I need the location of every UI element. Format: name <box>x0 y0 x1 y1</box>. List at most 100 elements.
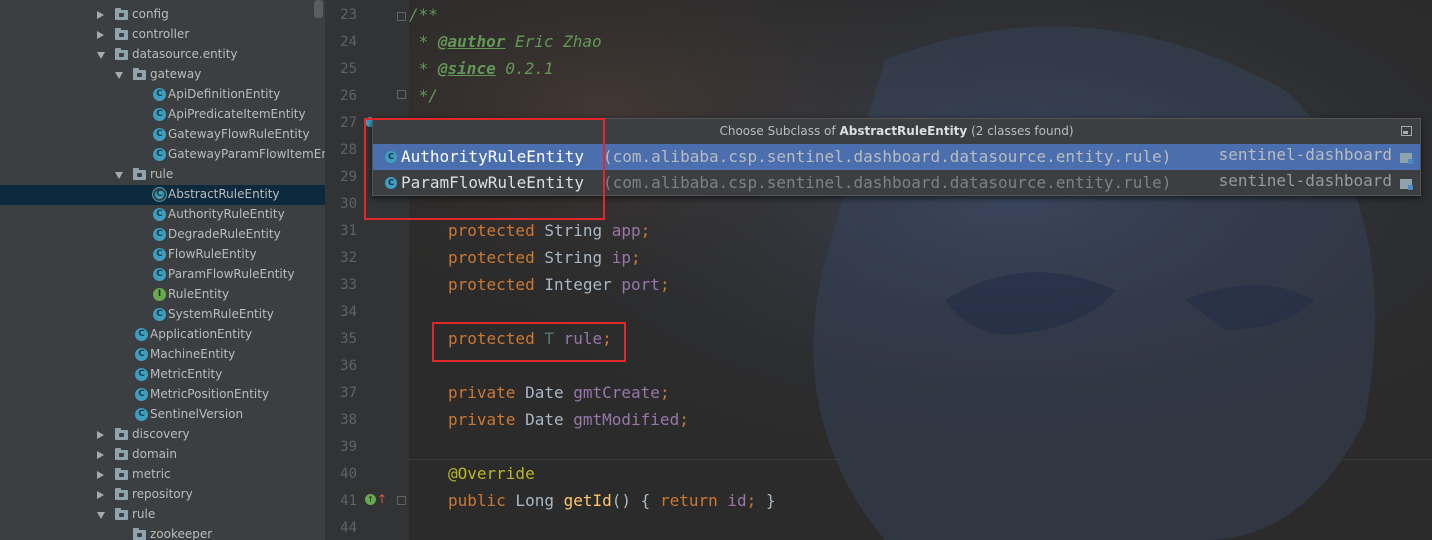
tree-item-gatewayparamflowitement[interactable]: C GatewayParamFlowItemEnt <box>0 145 325 165</box>
tree-item-apipredicateitementity[interactable]: C ApiPredicateItemEntity <box>0 105 325 125</box>
tree-item-rule[interactable]: rule <box>0 505 325 525</box>
package-folder-icon <box>115 428 128 440</box>
tree-item-repository[interactable]: repository <box>0 485 325 505</box>
interface-icon: I <box>153 288 166 301</box>
chevron-right-icon[interactable] <box>97 471 104 479</box>
highlight-box-subclasses <box>364 118 605 220</box>
line-number: 24 <box>340 34 357 50</box>
line-number: 32 <box>340 250 357 266</box>
tree-item-label: domain <box>132 447 177 461</box>
code-line-26: */ <box>409 86 438 105</box>
chevron-right-icon[interactable] <box>97 431 104 439</box>
code-line-37: private Date gmtCreate; <box>448 383 670 402</box>
tree-item-label: FlowRuleEntity <box>168 247 257 261</box>
tree-item-label: rule <box>132 507 156 521</box>
tree-item-label: ApiDefinitionEntity <box>168 87 281 101</box>
package-folder-icon <box>133 168 146 180</box>
tree-item-label: SentinelVersion <box>150 407 244 421</box>
line-number: 36 <box>340 358 357 374</box>
tree-item-label: DegradeRuleEntity <box>168 227 281 241</box>
class-icon: C <box>135 368 148 381</box>
tree-item-metricpositionentity[interactable]: C MetricPositionEntity <box>0 385 325 405</box>
line-number: 28 <box>340 142 357 158</box>
chevron-right-icon[interactable] <box>97 451 104 459</box>
class-icon: C <box>153 148 166 161</box>
class-icon: C <box>153 128 166 141</box>
tree-item-label: ApiPredicateItemEntity <box>168 107 306 121</box>
tree-item-label: config <box>132 7 169 21</box>
code-line-33: protected Integer port; <box>448 275 670 294</box>
tree-item-label: datasource.entity <box>132 47 238 61</box>
package-folder-icon <box>115 28 128 40</box>
chevron-right-icon[interactable] <box>97 31 104 39</box>
tree-item-zookeeper[interactable]: zookeeper <box>0 525 325 540</box>
tree-item-machineentity[interactable]: C MachineEntity <box>0 345 325 365</box>
tree-item-gatewayflowruleentity[interactable]: C GatewayFlowRuleEntity <box>0 125 325 145</box>
tree-item-paramflowruleentity[interactable]: C ParamFlowRuleEntity <box>0 265 325 285</box>
class-icon: C <box>153 108 166 121</box>
line-number: 35 <box>340 331 357 347</box>
class-icon: C <box>153 208 166 221</box>
tree-item-ruleentity[interactable]: I RuleEntity <box>0 285 325 305</box>
tree-item-domain[interactable]: domain <box>0 445 325 465</box>
chevron-right-icon[interactable] <box>97 491 104 499</box>
popup-row-package: (com.alibaba.csp.sentinel.dashboard.data… <box>603 147 1172 166</box>
chevron-right-icon[interactable] <box>97 11 104 19</box>
tree-item-abstractruleentity[interactable]: C AbstractRuleEntity <box>0 185 325 205</box>
tree-item-datasource-entity[interactable]: datasource.entity <box>0 45 325 65</box>
tree-item-apidefinitionentity[interactable]: C ApiDefinitionEntity <box>0 85 325 105</box>
tree-item-label: gateway <box>150 67 202 81</box>
line-number: 30 <box>340 196 357 212</box>
tree-item-sentinelversion[interactable]: C SentinelVersion <box>0 405 325 425</box>
class-icon: C <box>153 248 166 261</box>
class-icon: C <box>153 88 166 101</box>
package-folder-icon <box>115 48 128 60</box>
tree-item-label: controller <box>132 27 190 41</box>
tree-item-label: MachineEntity <box>150 347 236 361</box>
tree-item-label: AbstractRuleEntity <box>168 187 280 201</box>
pin-window-icon[interactable] <box>1401 126 1412 136</box>
code-line-38: private Date gmtModified; <box>448 410 689 429</box>
tree-item-metric[interactable]: metric <box>0 465 325 485</box>
tree-item-degraderuleentity[interactable]: C DegradeRuleEntity <box>0 225 325 245</box>
tree-scrollbar[interactable] <box>314 0 323 18</box>
package-folder-icon <box>115 488 128 500</box>
abstract-class-icon: C <box>153 188 166 201</box>
tree-item-label: GatewayFlowRuleEntity <box>168 127 310 141</box>
popup-row-module: sentinel-dashboard <box>1218 145 1392 164</box>
line-number: 44 <box>340 520 357 536</box>
line-number: 26 <box>340 88 357 104</box>
fold-marker-icon[interactable] <box>397 12 406 21</box>
code-line-25: * @since 0.2.1 <box>409 59 554 78</box>
tree-item-label: ApplicationEntity <box>150 327 253 341</box>
tree-item-controller[interactable]: controller <box>0 25 325 45</box>
tree-item-gateway[interactable]: gateway <box>0 65 325 85</box>
project-tree: config controller datasource.entity gateway… <box>0 0 325 540</box>
tree-item-applicationentity[interactable]: C ApplicationEntity <box>0 325 325 345</box>
chevron-down-icon[interactable] <box>115 172 123 179</box>
code-editor[interactable]: /** * @author Eric Zhao * @since 0.2.1 *… <box>325 0 1432 540</box>
tree-item-config[interactable]: config <box>0 5 325 25</box>
chevron-down-icon[interactable] <box>97 52 105 59</box>
tree-item-systemruleentity[interactable]: C SystemRuleEntity <box>0 305 325 325</box>
line-number: 34 <box>340 304 357 320</box>
chevron-down-icon[interactable] <box>115 72 123 79</box>
package-folder-icon <box>115 508 128 520</box>
package-folder-icon <box>133 68 146 80</box>
code-line-23: /** <box>409 5 438 24</box>
class-icon: C <box>135 408 148 421</box>
code-line-32: protected String ip; <box>448 248 641 267</box>
module-folder-icon <box>1400 179 1413 190</box>
tree-item-discovery[interactable]: discovery <box>0 425 325 445</box>
fold-marker-icon[interactable] <box>397 496 406 505</box>
fold-marker-icon[interactable] <box>397 90 406 99</box>
tree-item-flowruleentity[interactable]: C FlowRuleEntity <box>0 245 325 265</box>
tree-item-rule[interactable]: rule <box>0 165 325 185</box>
override-gutter-icon[interactable]: ↑ <box>365 494 376 505</box>
line-number: 40 <box>340 466 357 482</box>
package-folder-icon <box>115 468 128 480</box>
tree-item-metricentity[interactable]: C MetricEntity <box>0 365 325 385</box>
tree-item-authorityruleentity[interactable]: C AuthorityRuleEntity <box>0 205 325 225</box>
chevron-down-icon[interactable] <box>97 512 105 519</box>
code-line-40: @Override <box>448 464 535 483</box>
